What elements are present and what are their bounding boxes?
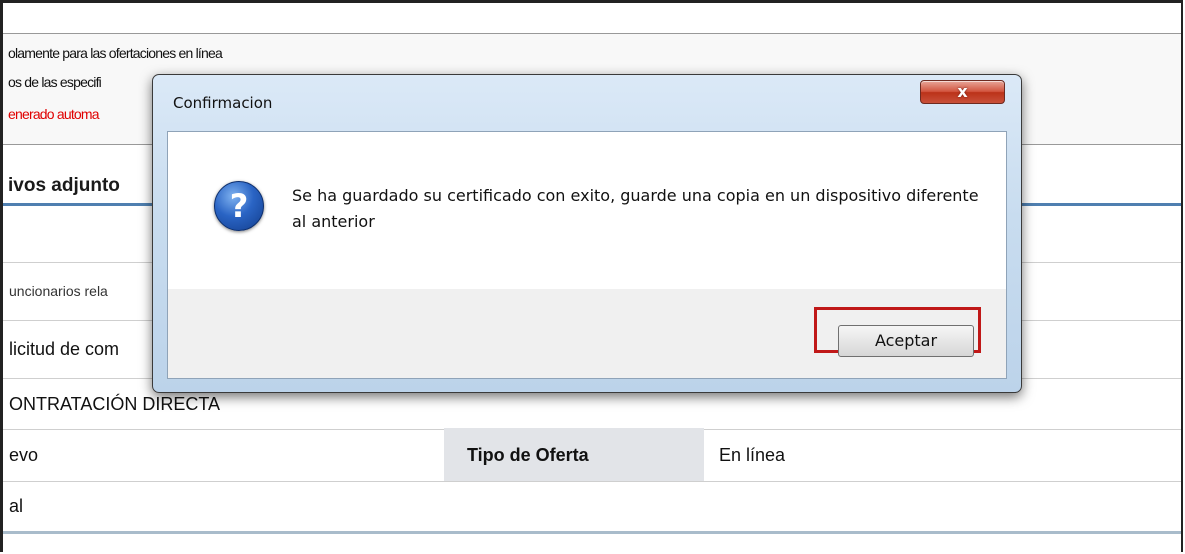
tipo-oferta-label: Tipo de Oferta (467, 445, 589, 465)
note-line-2: os de las especifi (8, 74, 102, 90)
tipo-oferta-value: En línea (719, 445, 786, 465)
table-row: al (3, 482, 1181, 530)
bottom-divider (3, 531, 1181, 534)
dialog-message: Se ha guardado su certificado con exito,… (292, 186, 979, 231)
tipo-oferta-label-cell: Tipo de Oferta (444, 428, 704, 481)
close-icon: x (957, 82, 968, 101)
note-line-1: olamente para las ofertaciones en línea (8, 45, 223, 61)
row-label: ONTRATACIÓN DIRECTA (9, 394, 220, 414)
dialog-title: Confirmacion (173, 94, 273, 112)
aceptar-label: Aceptar (874, 331, 938, 350)
note-line-3: enerado automa (8, 106, 100, 122)
aceptar-button[interactable]: Aceptar (838, 325, 974, 357)
message-area: ? Se ha guardado su certificado con exit… (168, 132, 1006, 289)
row-label: evo (9, 445, 39, 465)
question-icon: ? (214, 181, 264, 231)
confirmation-dialog: Confirmacion x ? Se ha guardado su certi… (152, 74, 1022, 393)
row-label: licitud de com (9, 339, 120, 359)
row-label: uncionarios rela (9, 283, 108, 299)
section-title: ivos adjunto (8, 175, 120, 196)
close-button[interactable]: x (920, 80, 1005, 104)
row-label: al (9, 496, 24, 516)
